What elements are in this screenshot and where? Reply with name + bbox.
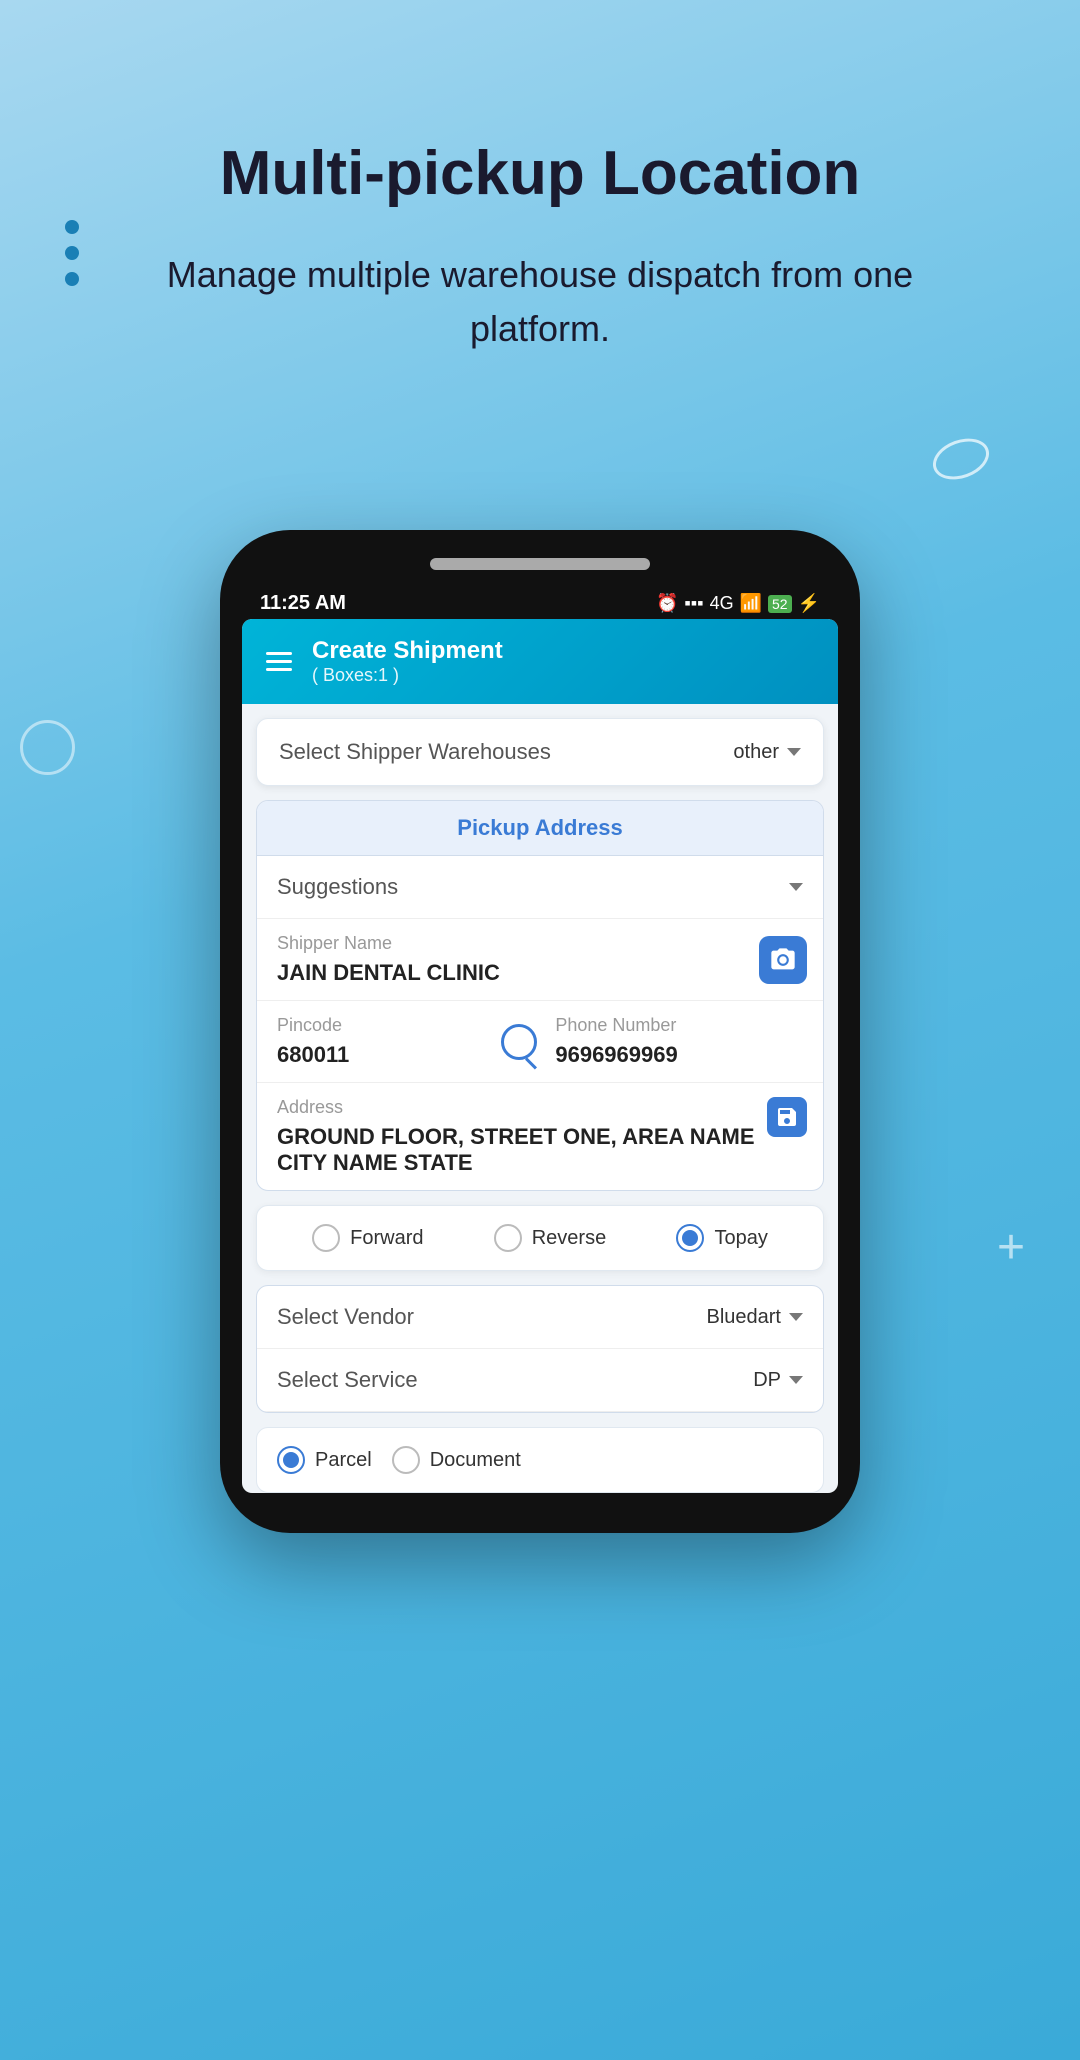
search-icon[interactable] <box>501 1024 537 1060</box>
circle-decoration <box>20 720 75 775</box>
pincode-phone-row: Pincode 680011 Phone Number 9696969969 <box>257 1001 823 1083</box>
vendor-row[interactable]: Select Vendor Bluedart <box>257 1286 823 1349</box>
service-dropdown-chevron[interactable] <box>789 1376 803 1384</box>
suggestions-label: Suggestions <box>277 874 398 900</box>
warehouse-dropdown-chevron[interactable] <box>787 748 801 756</box>
address-row: Address GROUND FLOOR, STREET ONE, AREA N… <box>257 1083 823 1190</box>
service-select-value: DP <box>753 1369 803 1392</box>
warehouse-select-value: other <box>733 741 801 764</box>
service-select-label: Select Service <box>277 1367 418 1393</box>
shipment-type-row: Forward Reverse Topay <box>256 1205 824 1271</box>
header-title-block: Create Shipment ( Boxes:1 ) <box>312 637 503 686</box>
parcel-type-row: Parcel Document <box>256 1427 824 1493</box>
topay-option[interactable]: Topay <box>676 1224 767 1252</box>
phone-mockup: 11:25 AM ⏰ ▪▪▪ 4G 📶 52 ⚡ Create Ship <box>220 530 860 1533</box>
top-dots-decoration <box>65 220 79 286</box>
document-radio[interactable] <box>392 1446 420 1474</box>
forward-option[interactable]: Forward <box>312 1224 423 1252</box>
phone-block: Phone Number 9696969969 <box>555 1015 803 1068</box>
page-title: Multi-pickup Location <box>0 140 1080 208</box>
reverse-option[interactable]: Reverse <box>494 1224 606 1252</box>
forward-radio[interactable] <box>312 1224 340 1252</box>
vendor-select-label: Select Vendor <box>277 1304 414 1330</box>
save-button[interactable] <box>767 1097 807 1137</box>
header-subtitle: ( Boxes:1 ) <box>312 665 503 686</box>
app-screen: Create Shipment ( Boxes:1 ) Select Shipp… <box>242 619 838 1493</box>
status-icons: ⏰ ▪▪▪ 4G 📶 52 ⚡ <box>656 593 820 614</box>
camera-icon <box>769 946 797 974</box>
phone-notch <box>430 558 650 570</box>
phone-number-label: Phone Number <box>555 1015 803 1036</box>
service-selected: DP <box>753 1369 781 1392</box>
plus-decoration: + <box>997 1220 1025 1275</box>
parcel-label: Parcel <box>315 1449 372 1472</box>
vendor-section: Select Vendor Bluedart Select Service DP <box>256 1285 824 1413</box>
hamburger-menu-icon[interactable] <box>266 652 292 671</box>
document-option[interactable]: Document <box>392 1446 521 1474</box>
address-value[interactable]: GROUND FLOOR, STREET ONE, AREA NAME CITY… <box>277 1124 803 1176</box>
vendor-selected: Bluedart <box>707 1306 782 1329</box>
shipper-name-row: Shipper Name JAIN DENTAL CLINIC <box>257 919 823 1001</box>
pickup-address-header: Pickup Address <box>257 801 823 856</box>
suggestions-dropdown-chevron[interactable] <box>789 883 803 891</box>
signal-icon: 4G <box>710 593 734 614</box>
topay-radio-fill <box>682 1230 698 1246</box>
phone-number-value[interactable]: 9696969969 <box>555 1042 803 1068</box>
alarm-icon: ⏰ <box>656 593 678 614</box>
warehouse-select-label: Select Shipper Warehouses <box>279 739 551 765</box>
suggestions-row[interactable]: Suggestions <box>257 856 823 919</box>
topay-radio[interactable] <box>676 1224 704 1252</box>
status-time: 11:25 AM <box>260 592 346 615</box>
charging-icon: ⚡ <box>798 593 820 614</box>
page-subtitle: Manage multiple warehouse dispatch from … <box>0 248 1080 356</box>
content-area: Select Shipper Warehouses other Pickup A… <box>242 718 838 1493</box>
address-label: Address <box>277 1097 803 1118</box>
status-bar: 11:25 AM ⏰ ▪▪▪ 4G 📶 52 ⚡ <box>242 588 838 619</box>
shipper-name-value: JAIN DENTAL CLINIC <box>277 960 803 986</box>
message-icons: ▪▪▪ <box>684 593 703 614</box>
parcel-radio-fill <box>283 1452 299 1468</box>
wifi-icon: 📶 <box>740 593 762 614</box>
save-icon <box>775 1105 799 1129</box>
battery-indicator: 52 <box>768 595 792 613</box>
reverse-label: Reverse <box>532 1227 606 1250</box>
vendor-dropdown-chevron[interactable] <box>789 1313 803 1321</box>
shipper-name-label: Shipper Name <box>277 933 803 954</box>
reverse-radio[interactable] <box>494 1224 522 1252</box>
pill-decoration <box>927 431 994 487</box>
app-header: Create Shipment ( Boxes:1 ) <box>242 619 838 704</box>
vendor-select-value: Bluedart <box>707 1306 804 1329</box>
pincode-label: Pincode <box>277 1015 483 1036</box>
pickup-address-section: Pickup Address Suggestions Shipper Name … <box>256 800 824 1191</box>
camera-button[interactable] <box>759 936 807 984</box>
service-row[interactable]: Select Service DP <box>257 1349 823 1412</box>
topay-label: Topay <box>714 1227 767 1250</box>
parcel-option[interactable]: Parcel <box>277 1446 372 1474</box>
search-icon-block[interactable] <box>501 1024 537 1060</box>
warehouse-selected-option: other <box>733 741 779 764</box>
pincode-block: Pincode 680011 <box>277 1015 483 1068</box>
forward-label: Forward <box>350 1227 423 1250</box>
warehouse-select-card[interactable]: Select Shipper Warehouses other <box>256 718 824 786</box>
document-label: Document <box>430 1449 521 1472</box>
header-title: Create Shipment <box>312 637 503 665</box>
pincode-value[interactable]: 680011 <box>277 1042 483 1068</box>
parcel-radio[interactable] <box>277 1446 305 1474</box>
